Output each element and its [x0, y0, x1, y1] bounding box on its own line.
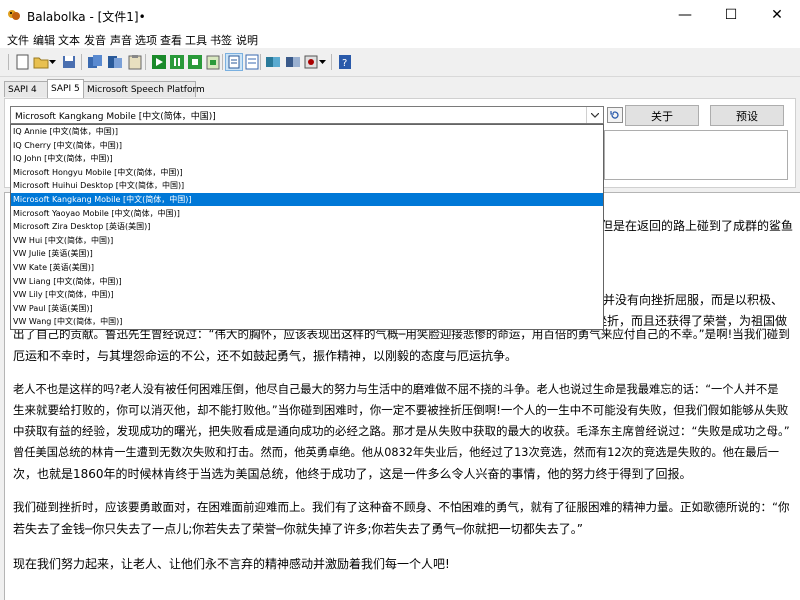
- menu-text[interactable]: 文本: [58, 32, 80, 48]
- voice-option[interactable]: Microsoft Hongyu Mobile [中文(简体，中国)]: [11, 166, 603, 179]
- toolbar-separator: [8, 54, 9, 70]
- dropdown-arrow-icon[interactable]: [318, 53, 326, 71]
- text-line: 现在我们努力起来，让老人、让他们永不言弃的精神感动并激励着我们每一个人吧!: [13, 557, 450, 571]
- window-title: Balabolka - [文件1]•: [27, 10, 146, 24]
- voice-select[interactable]: Microsoft Kangkang Mobile [中文(简体，中国)]: [10, 106, 604, 124]
- play-icon[interactable]: [150, 53, 168, 71]
- text-line: 生来就要给打败的，你可以消灭他，却不能打败他。”当你碰到困难时，你一定不要被挫折…: [13, 403, 789, 417]
- voice-option[interactable]: Microsoft Zira Desktop [英语(美国)]: [11, 220, 603, 233]
- text-line: 次，也就是1860年的时候林肯终于当选为美国总统，他终于成功了，这是一件多么令人…: [13, 467, 692, 481]
- voice-dropdown-list: IQ Annie [中文(简体，中国)] IQ Cherry [中文(简体，中国…: [10, 124, 604, 330]
- voice-option[interactable]: VW Hui [中文(简体，中国)]: [11, 234, 603, 247]
- svg-text:?: ?: [342, 58, 347, 69]
- refresh-icon: [610, 111, 619, 119]
- voice-option[interactable]: VW Kate [英语(美国)]: [11, 261, 603, 274]
- text-line: 老人不也是这样的吗?老人没有被任何困难压倒，他尽自己最大的努力与生活中的磨难做不…: [13, 383, 779, 396]
- toolbar-separator: [145, 54, 146, 70]
- text-line: 但是在返回的路上碰到了成群的鲨鱼: [601, 219, 794, 233]
- title-bar: Balabolka - [文件1]• — ☐ ✕: [0, 0, 800, 30]
- menu-bar: 文件 编辑 文本 发音 声音 选项 查看 工具 书签 说明: [0, 30, 800, 48]
- menu-sound[interactable]: 声音: [110, 32, 132, 48]
- text-line: 他并没有向挫折屈服，而是以积极、: [591, 293, 784, 307]
- voice-option[interactable]: VW Lily [中文(简体，中国)]: [11, 288, 603, 301]
- toolbar-separator: [260, 54, 261, 70]
- voice-option[interactable]: IQ Annie [中文(简体，中国)]: [11, 125, 603, 138]
- pause-icon[interactable]: [168, 53, 186, 71]
- audio-settings-icon[interactable]: [225, 53, 243, 71]
- voice-refresh-button[interactable]: [607, 107, 623, 123]
- text-line: 厄运和不幸时，与其埋怨命运的不公，还不如鼓起勇气，振作精神，以刚毅的态度与厄运抗…: [13, 349, 518, 363]
- menu-help[interactable]: 说明: [236, 32, 258, 48]
- text-line: 若失去了金钱─你只失去了一点儿;你若失去了荣誉─你就失掉了许多;你若失去了勇气─…: [13, 522, 583, 536]
- tab-microsoft-speech-platform[interactable]: Microsoft Speech Platform: [83, 81, 205, 97]
- text-line: 曾任美国总统的林肯一生遭到无数次失败和打击。然而，他英勇卓绝。他从0832年失业…: [13, 446, 780, 459]
- voice-option[interactable]: VW Liang [中文(简体，中国)]: [11, 275, 603, 288]
- voice-select-value: Microsoft Kangkang Mobile [中文(简体，中国)]: [15, 112, 216, 122]
- toolbar: ?: [0, 49, 800, 77]
- help-icon[interactable]: ?: [336, 53, 354, 71]
- text-line: 中获取有益的经验，发现成功的曙光，把失败看成是通向成功的必经之路。那才是从失败中…: [13, 424, 790, 438]
- voice-option[interactable]: VW Paul [英语(美国)]: [11, 302, 603, 315]
- text-line: 我们碰到挫折时，应该要勇敢面对，在困难面前迎难而上。我们有了这种奋不顾身、不怕困…: [13, 500, 790, 514]
- menu-view[interactable]: 查看: [160, 32, 182, 48]
- menu-tools[interactable]: 工具: [185, 32, 207, 48]
- preset-button[interactable]: 预设: [710, 105, 784, 126]
- menu-options[interactable]: 选项: [135, 32, 157, 48]
- batch-convert-icon[interactable]: [284, 53, 302, 71]
- voice-option[interactable]: IQ Cherry [中文(简体，中国)]: [11, 139, 603, 152]
- minimize-button[interactable]: —: [662, 0, 708, 30]
- voice-option-selected[interactable]: Microsoft Kangkang Mobile [中文(简体，中国)]: [11, 193, 603, 206]
- split-file-icon[interactable]: [106, 53, 124, 71]
- voice-option[interactable]: VW Wang [中文(简体，中国)]: [11, 315, 603, 328]
- toolbar-separator: [331, 54, 332, 70]
- voice-option[interactable]: IQ John [中文(简体，中国)]: [11, 152, 603, 165]
- menu-file[interactable]: 文件: [7, 32, 29, 48]
- toolbar-separator: [222, 54, 223, 70]
- parrot-app-icon: [8, 10, 20, 20]
- tab-sapi5[interactable]: SAPI 5: [47, 79, 84, 98]
- voice-option[interactable]: VW Julie [英语(美国)]: [11, 247, 603, 260]
- close-button[interactable]: ✕: [754, 0, 800, 30]
- menu-speech[interactable]: 发音: [84, 32, 106, 48]
- save-icon[interactable]: [60, 53, 78, 71]
- voice-option[interactable]: Microsoft Yaoyao Mobile [中文(简体，中国)]: [11, 207, 603, 220]
- new-file-icon[interactable]: [14, 53, 32, 71]
- voice-option[interactable]: Microsoft Huihui Desktop [中文(简体，中国)]: [11, 179, 603, 192]
- stop-icon[interactable]: [186, 53, 204, 71]
- about-voice-button[interactable]: 关于: [625, 105, 699, 126]
- voice-properties-area: [604, 130, 788, 180]
- read-clipboard-icon[interactable]: [204, 53, 222, 71]
- menu-edit[interactable]: 编辑: [33, 32, 55, 48]
- notepad-icon[interactable]: [243, 53, 261, 71]
- engine-tabs: SAPI 4 SAPI 5 Microsoft Speech Platform: [0, 79, 800, 98]
- toolbar-separator: [81, 54, 82, 70]
- export-audio-icon[interactable]: [86, 53, 104, 71]
- maximize-button[interactable]: ☐: [708, 0, 754, 30]
- menu-bookmarks[interactable]: 书签: [210, 32, 232, 48]
- dropdown-arrow-icon[interactable]: [48, 53, 56, 71]
- chevron-down-icon[interactable]: [586, 107, 603, 123]
- tab-sapi4[interactable]: SAPI 4: [4, 81, 48, 97]
- open-clipboard-icon[interactable]: [126, 53, 144, 71]
- speak-file-icon[interactable]: [264, 53, 282, 71]
